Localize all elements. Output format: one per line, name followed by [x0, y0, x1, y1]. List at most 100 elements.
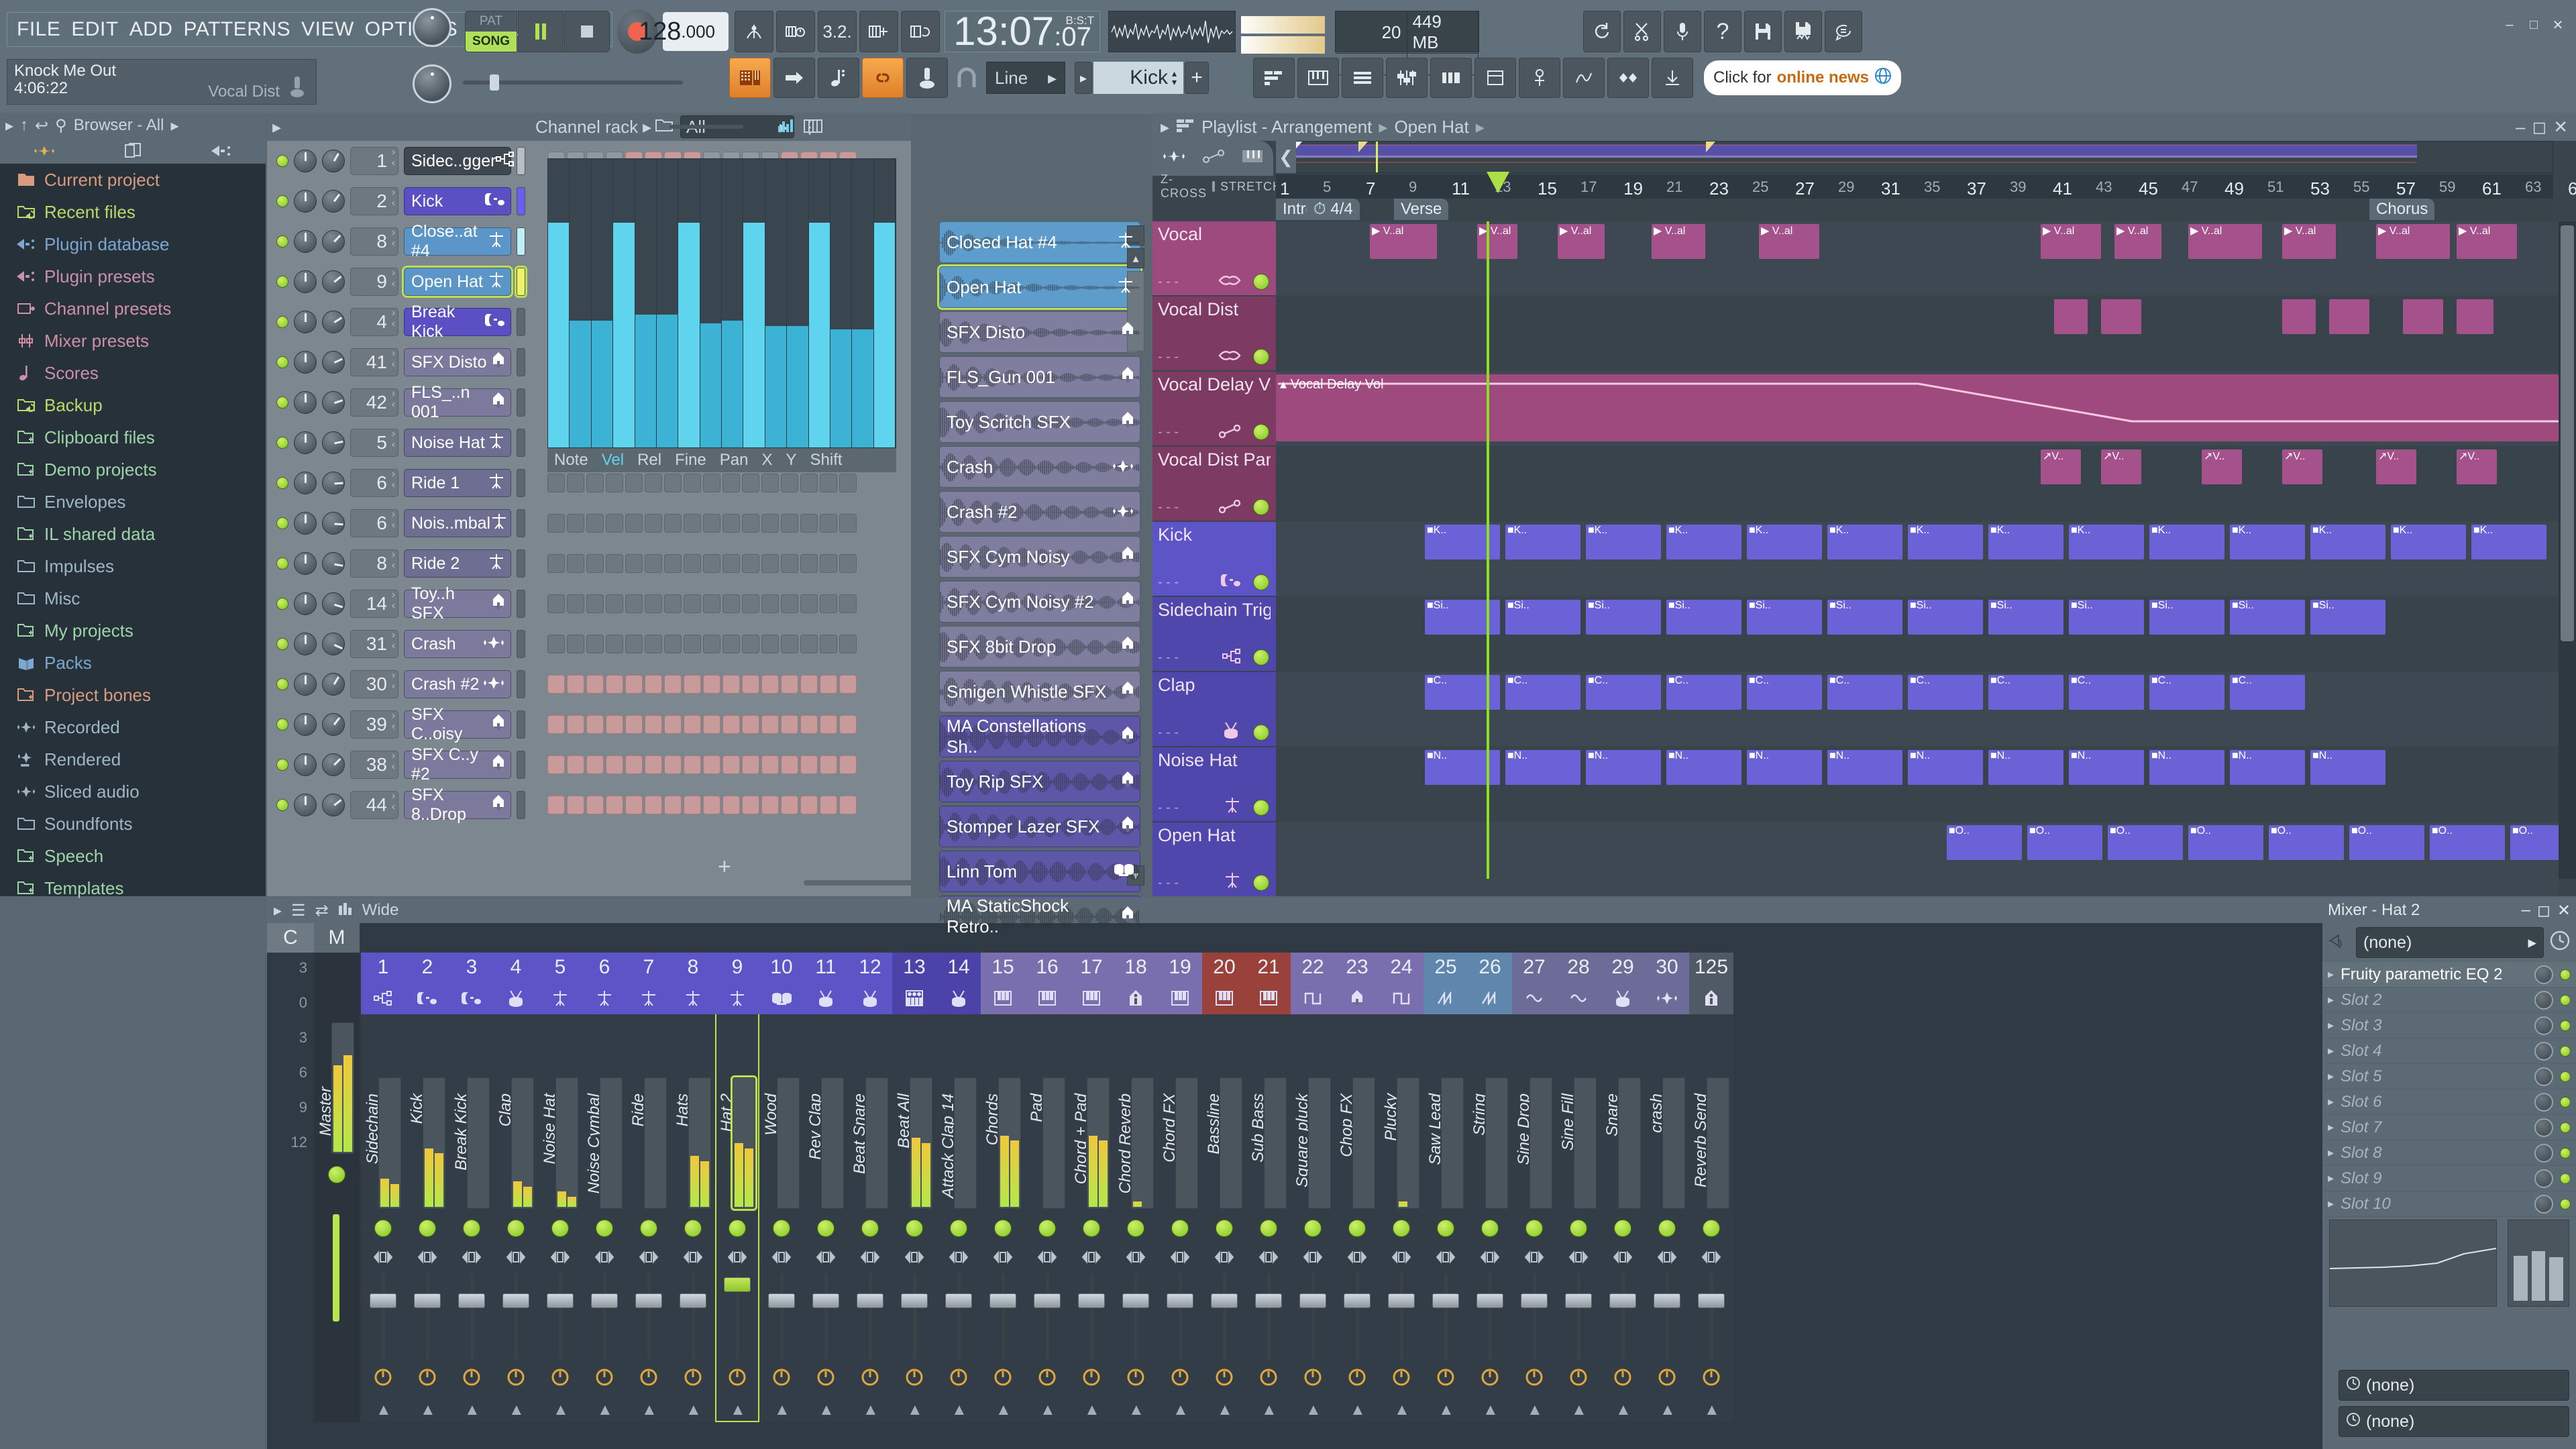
mixer-channel-number[interactable]: 2: [405, 953, 449, 982]
step-sequencer-row[interactable]: [547, 715, 857, 734]
mixer-pan-knob[interactable]: [1389, 1246, 1413, 1268]
channel-rack-button[interactable]: [1342, 58, 1383, 98]
step-cell[interactable]: [722, 594, 740, 613]
mixer-volume-fader[interactable]: [1032, 1273, 1062, 1360]
channel-name-button[interactable]: SFX Disto: [404, 348, 511, 376]
mixer-channel-number[interactable]: 22: [1291, 953, 1335, 982]
mixer-strip[interactable]: 23 Chop FX ▲: [1335, 953, 1379, 1422]
mixer-strip[interactable]: 17 Chord + Pad ▲: [1069, 953, 1114, 1422]
channel-row[interactable]: 38 SFX C..y #2: [267, 745, 911, 785]
playlist-lane[interactable]: [1276, 297, 2559, 370]
mixer-volume-fader[interactable]: [1519, 1273, 1549, 1360]
stop-button[interactable]: [564, 11, 610, 52]
playlist-track-header[interactable]: Open Hat - - -: [1152, 822, 1276, 896]
pattern-clip[interactable]: ■N..: [1586, 750, 1661, 785]
mixer-send-knob[interactable]: [596, 1368, 613, 1386]
channel-mixer-number[interactable]: 8: [350, 227, 398, 256]
browser-toggle-button[interactable]: [1430, 58, 1472, 98]
channel-mute-led[interactable]: [276, 437, 288, 449]
step-cell[interactable]: [567, 594, 584, 613]
step-cell[interactable]: [742, 514, 759, 533]
mixer-volume-fader[interactable]: [634, 1273, 663, 1360]
track-enable-led[interactable]: [1253, 800, 1269, 816]
channel-name-button[interactable]: Ride 2: [404, 549, 511, 578]
news-link[interactable]: online news: [1777, 68, 1869, 87]
audio-clip[interactable]: ▶ V..al: [2114, 224, 2161, 259]
track-enable-led[interactable]: [1253, 875, 1269, 891]
undo-button[interactable]: [1583, 11, 1621, 52]
channel-mixer-number[interactable]: 5: [350, 429, 398, 457]
pattern-clip[interactable]: ■C..: [1827, 675, 1902, 710]
playlist-track-header[interactable]: Vocal Dist - - -: [1152, 297, 1276, 370]
mixer-pan-knob[interactable]: [1301, 1246, 1325, 1268]
mixer-strip[interactable]: 11 Rev Clap ▲: [804, 953, 848, 1422]
playlist-vscrollbar[interactable]: [2559, 221, 2576, 879]
playlist-lane[interactable]: ■O.. ■O.. ■O.. ■O.. ■O.. ■O.. ■O.. ■O..: [1276, 822, 2559, 896]
step-cell[interactable]: [645, 715, 662, 734]
mixer-channel-led[interactable]: [1525, 1220, 1543, 1237]
channel-name-button[interactable]: FLS_..n 001: [404, 383, 511, 421]
mixer-send-knob[interactable]: [1437, 1368, 1454, 1386]
mixer-send-knob[interactable]: [729, 1368, 746, 1386]
mixer-strip[interactable]: 16 Pad ▲: [1025, 953, 1069, 1422]
pattern-clip[interactable]: ■N..: [2310, 750, 2385, 785]
step-cell[interactable]: [606, 635, 623, 653]
channel-volume-knob[interactable]: [322, 190, 345, 213]
step-cell[interactable]: [547, 594, 565, 613]
audio-clip[interactable]: ▶ V..al: [1652, 224, 1705, 259]
channel-mute-led[interactable]: [276, 477, 288, 489]
track-handle[interactable]: - - -: [1158, 350, 1179, 365]
menu-item-add[interactable]: ADD: [129, 18, 173, 41]
graph-tab-vel[interactable]: Vel: [595, 451, 631, 470]
mixer-strip-list[interactable]: 1 Sidechain ▲ 2 Kick ▲ 3 Break Kick ▲ 4 Clap ▲ 5 Nois…: [361, 953, 2321, 1422]
channel-mixer-number[interactable]: 2: [350, 187, 398, 215]
step-cell[interactable]: [839, 796, 857, 814]
mixer-route-arrow[interactable]: ▲: [1660, 1401, 1676, 1419]
channel-volume-knob[interactable]: [322, 351, 345, 374]
mixer-channel-led[interactable]: [1437, 1220, 1454, 1237]
step-cell[interactable]: [839, 594, 857, 613]
browser-item-project-bones[interactable]: Project bones: [0, 679, 266, 711]
step-cell[interactable]: [606, 755, 623, 774]
step-cell[interactable]: [664, 554, 682, 573]
fx-slot[interactable]: ▸ Fruity parametric EQ 2: [2322, 962, 2576, 987]
mixer-send-knob[interactable]: [906, 1368, 923, 1386]
playlist-track-header[interactable]: Noise Hat - - -: [1152, 747, 1276, 821]
graph-bar[interactable]: [808, 159, 830, 447]
track-handle[interactable]: - - -: [1158, 650, 1179, 665]
mixer-strip[interactable]: 7 Ride ▲: [627, 953, 671, 1422]
fx-slot-led[interactable]: [2560, 1198, 2571, 1210]
step-cell[interactable]: [800, 715, 818, 734]
mixer-volume-fader[interactable]: [1652, 1273, 1682, 1360]
step-cell[interactable]: [800, 675, 818, 694]
mixer-strip[interactable]: 15 Chords ▲: [981, 953, 1025, 1422]
mixer-strip[interactable]: 12 Beat Snare ▲: [848, 953, 892, 1422]
cr-play-icon[interactable]: ▸: [643, 117, 651, 138]
step-cell[interactable]: [742, 755, 759, 774]
graph-tab-note[interactable]: Note: [547, 451, 595, 470]
audio-clip[interactable]: [2282, 299, 2316, 334]
mixer-route-arrow[interactable]: ▲: [1173, 1401, 1189, 1419]
mixer-channel-led[interactable]: [1570, 1220, 1587, 1237]
mixer-channel-number[interactable]: 7: [627, 953, 671, 982]
fx-slot[interactable]: ▸ Slot 4: [2322, 1038, 2576, 1064]
step-cell[interactable]: [567, 755, 584, 774]
shuffle-slider[interactable]: [463, 74, 683, 91]
microphone-button[interactable]: [1664, 11, 1701, 52]
graph-tab-x[interactable]: X: [755, 451, 779, 470]
mixer-route-arrow[interactable]: ▲: [1350, 1401, 1366, 1419]
mixer-channel-number[interactable]: 6: [582, 953, 627, 982]
mixer-volume-fader[interactable]: [1298, 1273, 1328, 1360]
mixer-channel-number[interactable]: 27: [1512, 953, 1556, 982]
browser-menu-icon[interactable]: ▸: [170, 116, 178, 136]
mixer-volume-fader[interactable]: [1431, 1273, 1460, 1360]
step-cell[interactable]: [645, 635, 662, 653]
mixer-volume-fader[interactable]: [1121, 1273, 1150, 1360]
playlist-marker[interactable]: Verse: [1394, 199, 1449, 220]
browser-tab-plugins[interactable]: [177, 144, 266, 158]
mixer-channel-number[interactable]: 25: [1424, 953, 1468, 982]
channel-mixer-number[interactable]: 6: [350, 509, 398, 537]
graph-tab-y[interactable]: Y: [780, 451, 804, 470]
pattern-clip[interactable]: ■K..: [1505, 525, 1580, 559]
mixer-volume-fader[interactable]: [1387, 1273, 1416, 1360]
